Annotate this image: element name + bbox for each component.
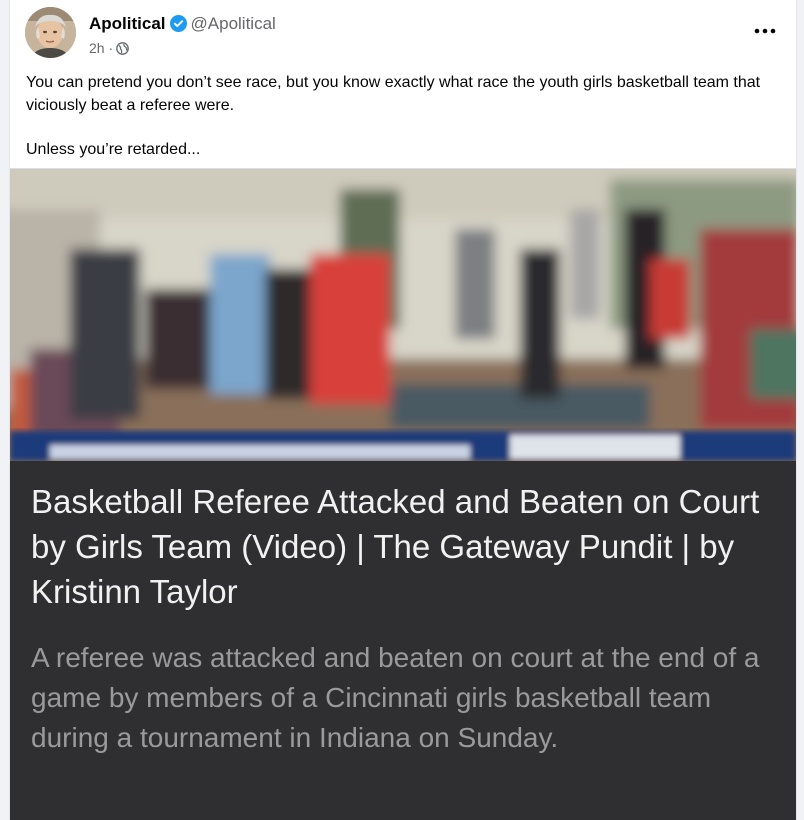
post-meta: 2h ·	[89, 40, 129, 56]
avatar[interactable]	[25, 7, 76, 58]
author-handle[interactable]: @Apolitical	[191, 14, 276, 33]
post-time[interactable]: 2h	[89, 40, 105, 56]
post-card: Apolitical @Apolitical 2h · You can prete…	[9, 0, 797, 820]
link-title[interactable]: Basketball Referee Attacked and Beaten o…	[31, 479, 774, 614]
post-header: Apolitical @Apolitical 2h ·	[25, 7, 786, 63]
more-options-button[interactable]	[752, 21, 778, 41]
preview-image	[10, 169, 796, 461]
link-preview-text-area: Basketball Referee Attacked and Beaten o…	[10, 461, 796, 820]
link-description: A referee was attacked and beaten on cou…	[31, 642, 760, 753]
link-preview-card[interactable]: Basketball Referee Attacked and Beaten o…	[10, 168, 796, 820]
post-text-paragraph-2: Unless you’re retarded...	[26, 141, 201, 158]
verified-badge-icon	[169, 15, 187, 37]
author-line: Apolitical @Apolitical	[89, 14, 276, 37]
more-options-icon	[754, 28, 776, 34]
author-name[interactable]: Apolitical	[89, 14, 166, 33]
post-body: You can pretend you don’t see race, but …	[26, 71, 776, 161]
post-text-paragraph-1: You can pretend you don’t see race, but …	[26, 74, 761, 114]
globe-icon	[113, 40, 129, 56]
